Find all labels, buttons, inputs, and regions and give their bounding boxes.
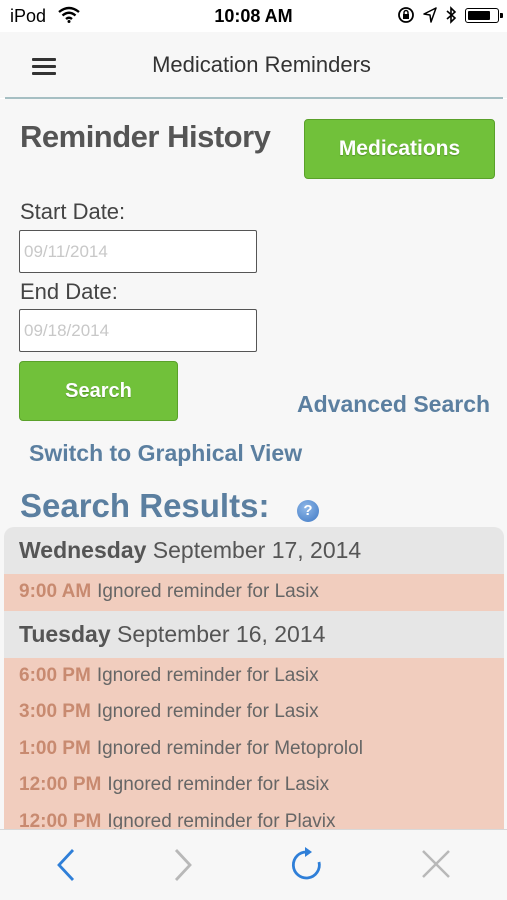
reminder-text: Ignored reminder for Metoprolol bbox=[96, 737, 363, 759]
orientation-lock-icon bbox=[398, 7, 414, 23]
stop-icon[interactable] bbox=[420, 848, 452, 885]
day-weekday: Tuesday bbox=[19, 620, 111, 647]
day-date: September 16, 2014 bbox=[117, 620, 326, 647]
graphical-view-link[interactable]: Switch to Graphical View bbox=[29, 440, 302, 467]
search-button[interactable]: Search bbox=[19, 361, 178, 421]
reminder-text: Ignored reminder for Lasix bbox=[96, 701, 319, 722]
status-icons bbox=[397, 6, 503, 24]
main-content: Reminder History Medications Start Date:… bbox=[0, 99, 507, 829]
status-bar: iPod 10:08 AM bbox=[0, 0, 507, 32]
day-weekday: Wednesday bbox=[19, 537, 147, 563]
forward-icon[interactable] bbox=[172, 848, 194, 887]
back-icon[interactable] bbox=[55, 848, 77, 887]
start-date-label: Start Date: bbox=[20, 199, 126, 224]
day-reminders: 9:00 AM Ignored reminder for Lasix bbox=[4, 574, 504, 611]
reminder-time: 12:00 PM bbox=[19, 810, 102, 830]
browser-toolbar bbox=[0, 829, 507, 900]
reminder-text: Ignored reminder for Lasix bbox=[97, 581, 319, 602]
page-title: Reminder History bbox=[20, 119, 271, 154]
day-date: September 17, 2014 bbox=[152, 537, 362, 563]
reminder-time: 6:00 PM bbox=[19, 664, 91, 686]
day-header: Tuesday September 16, 2014 bbox=[4, 610, 504, 658]
battery-icon bbox=[465, 7, 503, 23]
reminder-text: Ignored reminder for Lasix bbox=[107, 774, 330, 795]
end-date-label: End Date: bbox=[20, 279, 118, 304]
start-date-input[interactable] bbox=[19, 230, 257, 273]
app-header: Medication Reminders bbox=[0, 32, 507, 98]
day-reminders: 6:00 PM Ignored reminder for Lasix 3:00 P… bbox=[4, 657, 504, 830]
reminder-time: 9:00 AM bbox=[19, 581, 92, 602]
reminder-text: Ignored reminder for Plavix bbox=[107, 810, 336, 830]
medications-button[interactable]: Medications bbox=[304, 119, 495, 179]
reminder-row[interactable]: 6:00 PM Ignored reminder for Lasix bbox=[4, 658, 504, 695]
bluetooth-icon bbox=[446, 6, 457, 24]
reminder-time: 12:00 PM bbox=[19, 774, 102, 795]
reminder-text: Ignored reminder for Lasix bbox=[96, 664, 319, 686]
reminder-time: 1:00 PM bbox=[19, 737, 91, 759]
reminder-row[interactable]: 12:00 PM Ignored reminder for Lasix bbox=[4, 767, 504, 804]
reminder-time: 3:00 PM bbox=[19, 701, 91, 722]
results-list: Wednesday September 17, 2014 9:00 AM Igno… bbox=[4, 527, 504, 829]
end-date-input[interactable] bbox=[19, 309, 257, 352]
advanced-search-link[interactable]: Advanced Search bbox=[297, 391, 490, 418]
day-header: Wednesday September 17, 2014 bbox=[4, 527, 504, 574]
search-results-title: Search Results: bbox=[20, 487, 270, 524]
help-icon[interactable]: ? bbox=[297, 500, 319, 522]
reminder-row[interactable]: 12:00 PM Ignored reminder for Plavix bbox=[4, 804, 504, 830]
refresh-icon[interactable] bbox=[290, 846, 324, 887]
header-title: Medication Reminders bbox=[152, 52, 371, 77]
reminder-row[interactable]: 3:00 PM Ignored reminder for Lasix bbox=[4, 694, 504, 731]
reminder-row[interactable]: 9:00 AM Ignored reminder for Lasix bbox=[4, 574, 504, 611]
location-icon bbox=[423, 7, 437, 23]
reminder-row[interactable]: 1:00 PM Ignored reminder for Metoprolol bbox=[4, 731, 504, 768]
